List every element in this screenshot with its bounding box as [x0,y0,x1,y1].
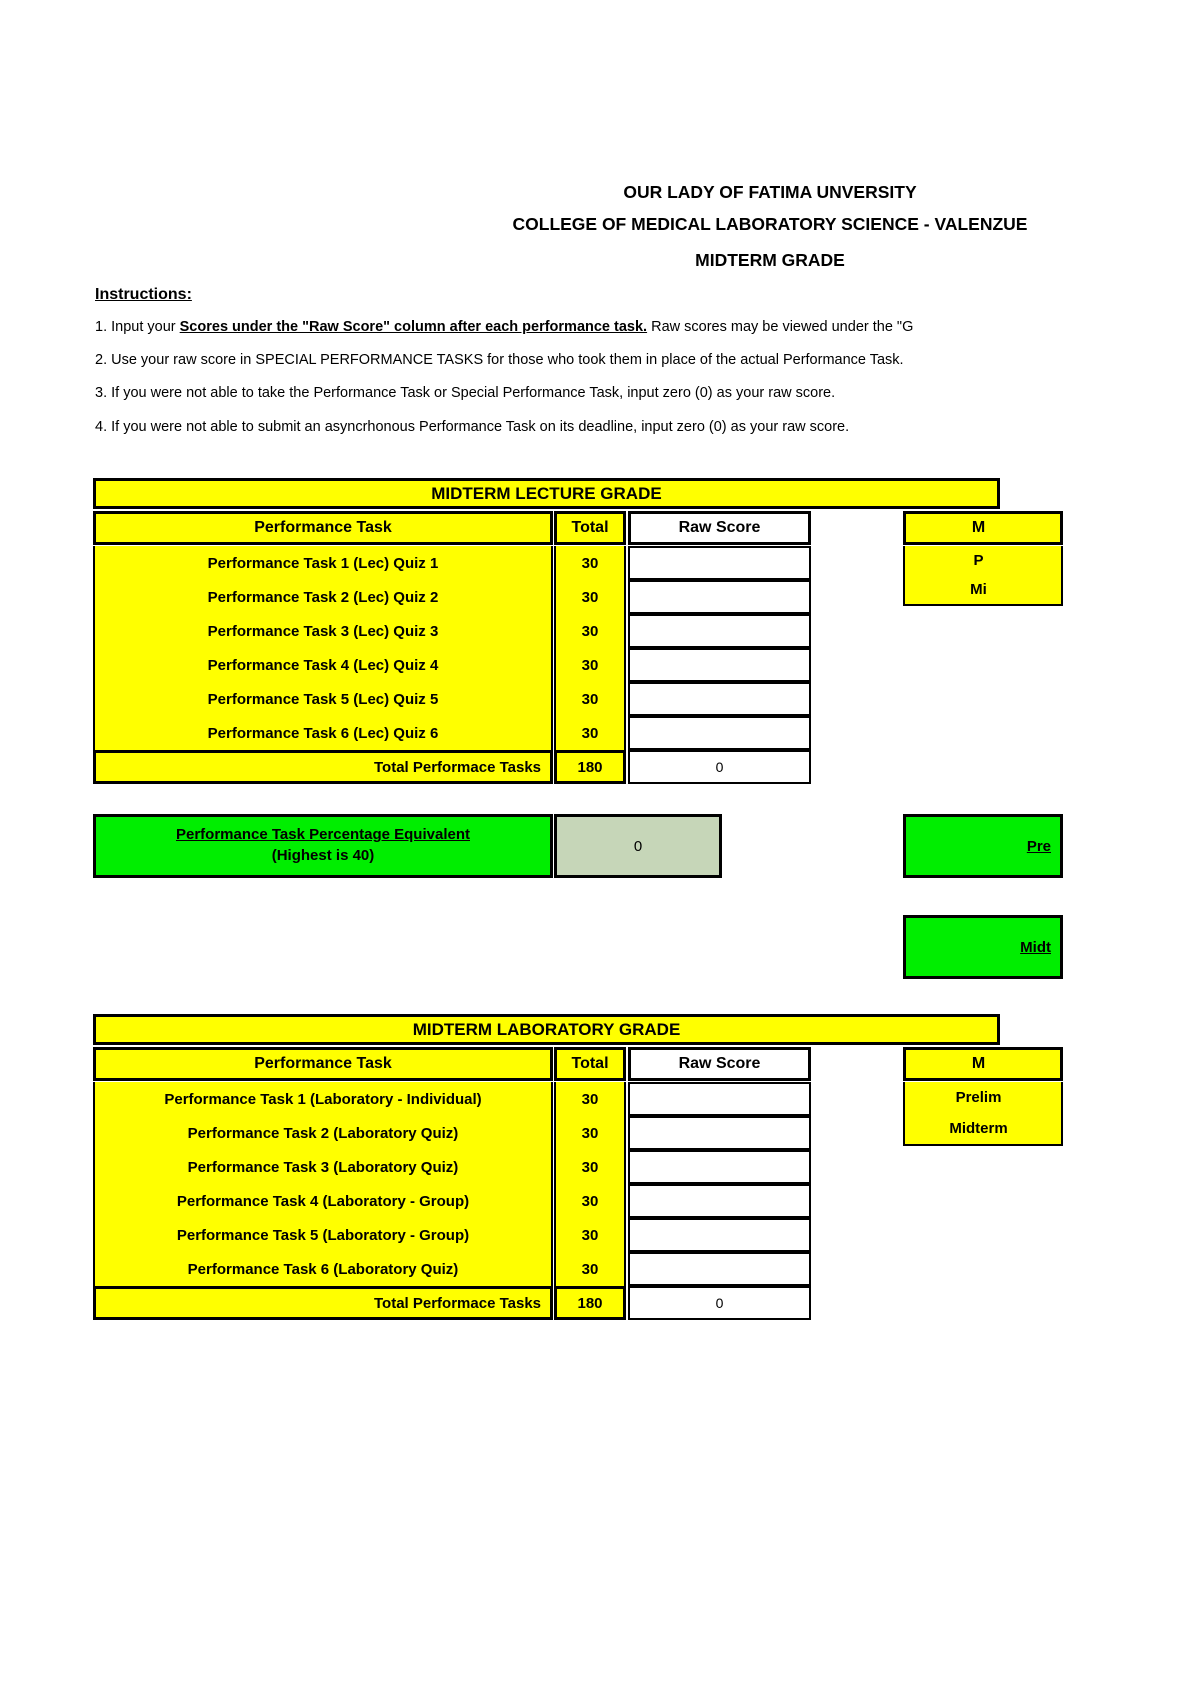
instruction-item-3: 3. If you were not able to take the Perf… [95,385,836,401]
lecture-raw-score-input-1[interactable] [628,546,811,580]
lecture-task-label: Performance Task 2 (Lec) Quiz 2 [93,580,553,614]
prelim-grade-label: Pre [1026,837,1051,855]
laboratory-raw-score-input-5[interactable] [628,1218,811,1252]
instructions-heading: Instructions: [95,286,192,303]
lecture-task-label: Performance Task 6 (Lec) Quiz 6 [93,716,553,750]
instruction-item-4: 4. If you were not able to submit an asy… [95,419,850,435]
laboratory-raw-score-input-3[interactable] [628,1150,811,1184]
laboratory-task-label: Performance Task 2 (Laboratory Quiz) [93,1116,553,1150]
instruction-item-2: 2. Use your raw score in SPECIAL PERFORM… [95,352,904,368]
laboratory-task-label: Performance Task 5 (Laboratory - Group) [93,1218,553,1252]
lecture-task-total: 30 [554,580,626,614]
lecture-total-raw-score: 0 [628,750,811,784]
instruction-1-emphasis: Scores under the "Raw Score" column afte… [179,319,648,335]
percentage-label-line2: (Highest is 40) [271,847,375,864]
lecture-task-label: Performance Task 3 (Lec) Quiz 3 [93,614,553,648]
lecture-task-label: Performance Task 5 (Lec) Quiz 5 [93,682,553,716]
laboratory-col-header-raw: Raw Score [628,1047,811,1081]
lecture-task-total: 30 [554,716,626,750]
lecture-side-panel-row-prelim: P [903,546,1063,575]
laboratory-task-total: 30 [554,1218,626,1252]
college-title: COLLEGE OF MEDICAL LABORATORY SCIENCE - … [512,214,1028,234]
lecture-task-total: 30 [554,546,626,580]
laboratory-total-value: 180 [554,1286,626,1320]
laboratory-task-total: 30 [554,1082,626,1116]
lecture-banner: MIDTERM LECTURE GRADE [93,478,1000,509]
laboratory-task-label: Performance Task 4 (Laboratory - Group) [93,1184,553,1218]
laboratory-raw-score-input-1[interactable] [628,1082,811,1116]
spreadsheet-canvas: OUR LADY OF FATIMA UNVERSITY COLLEGE OF … [0,0,1200,1697]
lecture-raw-score-input-6[interactable] [628,716,811,750]
laboratory-raw-score-input-6[interactable] [628,1252,811,1286]
performance-percentage-value: 0 [554,814,722,878]
lecture-raw-score-input-2[interactable] [628,580,811,614]
laboratory-task-total: 30 [554,1150,626,1184]
laboratory-raw-score-input-2[interactable] [628,1116,811,1150]
lecture-raw-score-input-3[interactable] [628,614,811,648]
laboratory-task-total: 30 [554,1252,626,1286]
laboratory-banner: MIDTERM LABORATORY GRADE [93,1014,1000,1045]
lecture-task-total: 30 [554,648,626,682]
laboratory-task-total: 30 [554,1116,626,1150]
lecture-total-value: 180 [554,750,626,784]
lecture-col-header-task: Performance Task [93,511,553,545]
lecture-side-panel-row-midterm: Mi [903,575,1063,606]
laboratory-side-panel-row-prelim: Prelim [903,1082,1063,1113]
laboratory-side-panel-row-midterm: Midterm [903,1113,1063,1146]
lecture-total-label: Total Performace Tasks [93,750,553,784]
document-title: MIDTERM GRADE [695,250,845,270]
lecture-task-total: 30 [554,614,626,648]
lecture-col-header-total: Total [554,511,626,545]
lecture-task-label: Performance Task 4 (Lec) Quiz 4 [93,648,553,682]
laboratory-task-label: Performance Task 3 (Laboratory Quiz) [93,1150,553,1184]
laboratory-side-panel-header: M [903,1047,1063,1081]
midterm-grade-label: Midt [1020,938,1051,956]
laboratory-total-label: Total Performace Tasks [93,1286,553,1320]
instruction-1-post: Raw scores may be viewed under the "G [647,319,914,335]
lecture-side-panel-header: M [903,511,1063,545]
lecture-col-header-raw: Raw Score [628,511,811,545]
midterm-grade-box: Midt [903,915,1063,979]
laboratory-task-label: Performance Task 6 (Laboratory Quiz) [93,1252,553,1286]
laboratory-col-header-task: Performance Task [93,1047,553,1081]
instruction-1-pre: 1. Input your [95,319,180,335]
lecture-raw-score-input-5[interactable] [628,682,811,716]
laboratory-col-header-total: Total [554,1047,626,1081]
laboratory-raw-score-input-4[interactable] [628,1184,811,1218]
lecture-task-total: 30 [554,682,626,716]
percentage-label-line1: Performance Task Percentage Equivalent [175,826,470,844]
laboratory-task-total: 30 [554,1184,626,1218]
instruction-item-1: 1. Input your Scores under the "Raw Scor… [95,319,913,335]
laboratory-total-raw-score: 0 [628,1286,811,1320]
lecture-raw-score-input-4[interactable] [628,648,811,682]
prelim-grade-box: Pre [903,814,1063,878]
performance-percentage-label: Performance Task Percentage Equivalent (… [93,814,553,878]
university-title: OUR LADY OF FATIMA UNVERSITY [623,182,917,202]
laboratory-task-label: Performance Task 1 (Laboratory - Individ… [93,1082,553,1116]
lecture-task-label: Performance Task 1 (Lec) Quiz 1 [93,546,553,580]
